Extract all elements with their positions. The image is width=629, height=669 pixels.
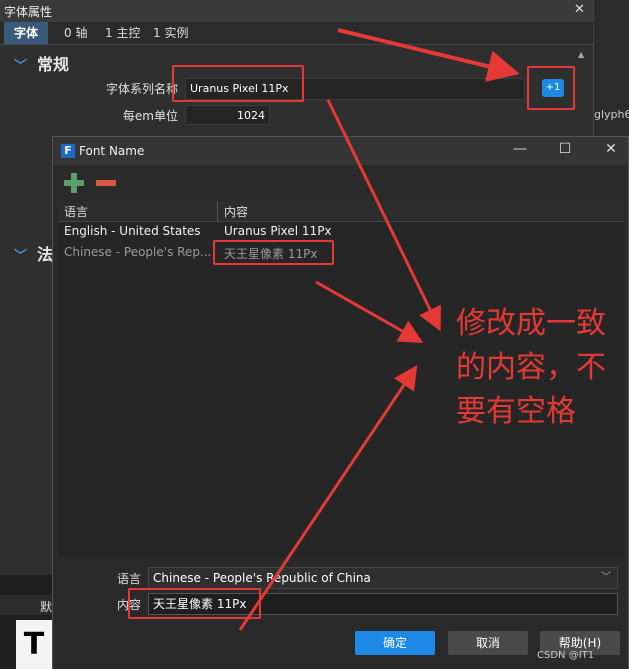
arrow-from-table-cell — [315, 280, 424, 343]
arrow-from-family-name — [326, 99, 441, 332]
arrow-to-plus-button — [337, 28, 520, 82]
annotation-text: 修改成一致的内容，不要有空格 — [456, 306, 606, 429]
arrow-from-content-input — [238, 365, 418, 631]
watermark: CSDN @IT1 — [537, 650, 595, 661]
